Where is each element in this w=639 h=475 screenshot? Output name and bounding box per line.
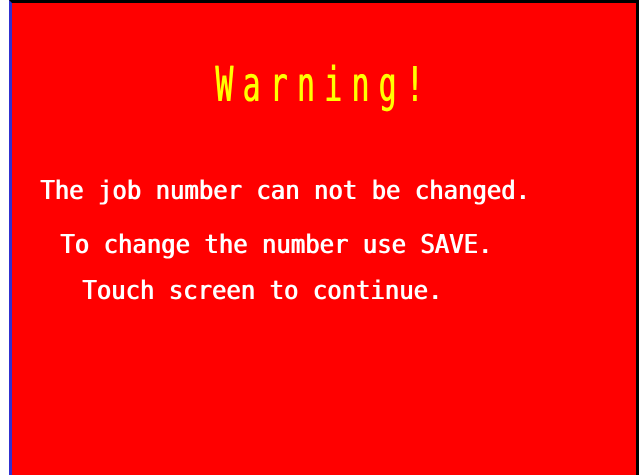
- warning-message-line-2: To change the number use SAVE.: [60, 230, 493, 260]
- warning-message-line-1: The job number can not be changed.: [40, 176, 530, 206]
- warning-screen[interactable]: Warning! The job number can not be chang…: [9, 0, 639, 475]
- warning-title: Warning!: [215, 57, 433, 113]
- continue-instruction: Touch screen to continue.: [82, 276, 443, 306]
